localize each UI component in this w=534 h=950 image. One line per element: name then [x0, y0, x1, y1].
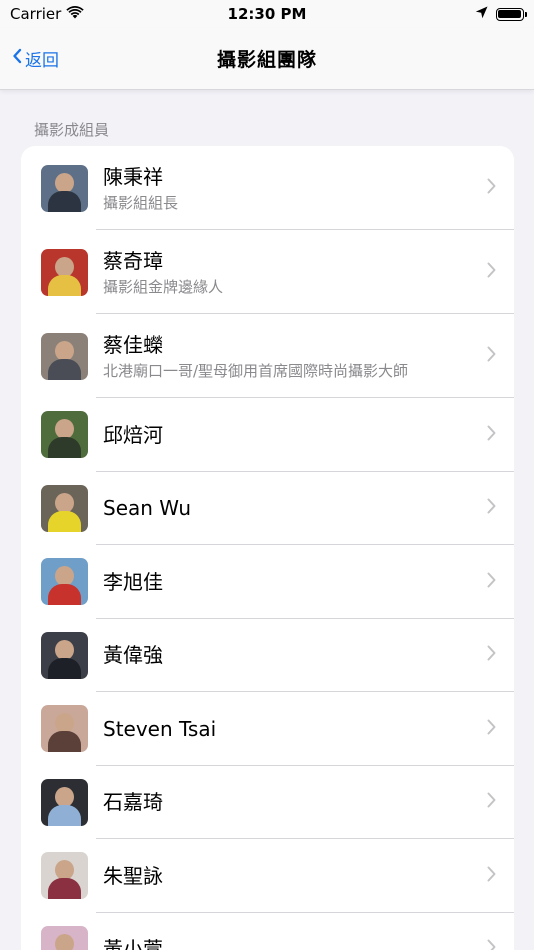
- chevron-right-icon: [487, 866, 496, 886]
- member-name: 朱聖詠: [103, 863, 163, 888]
- member-row[interactable]: 陳秉祥 攝影組組長: [21, 146, 514, 230]
- member-row[interactable]: Sean Wu: [21, 472, 514, 546]
- avatar: [41, 164, 88, 212]
- member-list: 陳秉祥攝影組組長蔡奇璋攝影組金牌邊緣人蔡佳蠑北港廟口一哥/聖母御用首席國際時尚攝…: [21, 146, 514, 950]
- member-row[interactable]: 黃小萱: [21, 913, 514, 950]
- status-bar: Carrier 12:30 PM: [0, 0, 534, 28]
- member-name: Steven Tsai: [103, 716, 217, 741]
- avatar: [41, 852, 88, 900]
- carrier-label: Carrier: [10, 5, 62, 23]
- chevron-right-icon: [487, 178, 496, 198]
- member-row[interactable]: 蔡奇璋攝影組金牌邊緣人: [21, 230, 514, 314]
- avatar: [41, 411, 88, 459]
- member-name: 邱焙河: [103, 422, 163, 447]
- chevron-right-icon: [487, 498, 496, 518]
- avatar: [41, 332, 88, 380]
- chevron-right-icon: [487, 719, 496, 739]
- member-row[interactable]: 黃偉強: [21, 619, 514, 693]
- member-role: 攝影組組長: [103, 194, 179, 212]
- back-label: 返回: [25, 51, 59, 71]
- page-title: 攝影組團隊: [216, 49, 317, 71]
- member-name: 李旭佳: [103, 569, 163, 594]
- avatar: [41, 558, 88, 606]
- member-row[interactable]: 李旭佳: [21, 545, 514, 619]
- avatar: [41, 631, 88, 679]
- section-header: 攝影成組員: [34, 121, 110, 139]
- member-row[interactable]: 蔡佳蠑北港廟口一哥/聖母御用首席國際時尚攝影大師: [21, 314, 514, 398]
- clock: 12:30 PM: [227, 5, 307, 23]
- member-role: 攝影組金牌邊緣人: [103, 278, 224, 296]
- avatar: [41, 778, 88, 826]
- member-name: 石嘉琦: [103, 790, 163, 815]
- navigation-bar: 返回 攝影組團隊: [0, 28, 534, 90]
- chevron-right-icon: [487, 572, 496, 592]
- member-name: 蔡佳蠑: [103, 333, 163, 357]
- battery-icon: [495, 7, 527, 21]
- member-name: 蔡奇璋: [103, 249, 163, 273]
- chevron-right-icon: [487, 346, 496, 366]
- avatar: [41, 484, 88, 532]
- member-row[interactable]: 石嘉琦: [21, 766, 514, 840]
- member-name: 黃偉強: [103, 643, 163, 668]
- avatar: [41, 925, 88, 950]
- location-arrow-icon: [475, 5, 488, 23]
- avatar: [41, 248, 88, 296]
- member-row[interactable]: Steven Tsai: [21, 692, 514, 766]
- member-name: 黃小萱: [103, 937, 163, 950]
- member-row[interactable]: 邱焙河: [21, 398, 514, 472]
- wifi-icon: [66, 5, 85, 23]
- chevron-right-icon: [487, 645, 496, 665]
- chevron-left-icon: [12, 48, 22, 69]
- chevron-right-icon: [487, 262, 496, 282]
- member-role: 北港廟口一哥/聖母御用首席國際時尚攝影大師: [103, 362, 409, 380]
- member-name: Sean Wu: [103, 496, 192, 521]
- member-row[interactable]: 朱聖詠: [21, 839, 514, 913]
- chevron-right-icon: [487, 425, 496, 445]
- back-button[interactable]: 返回: [12, 46, 59, 71]
- chevron-right-icon: [487, 939, 496, 950]
- member-name: 陳秉祥: [103, 165, 163, 189]
- avatar: [41, 705, 88, 753]
- chevron-right-icon: [487, 792, 496, 812]
